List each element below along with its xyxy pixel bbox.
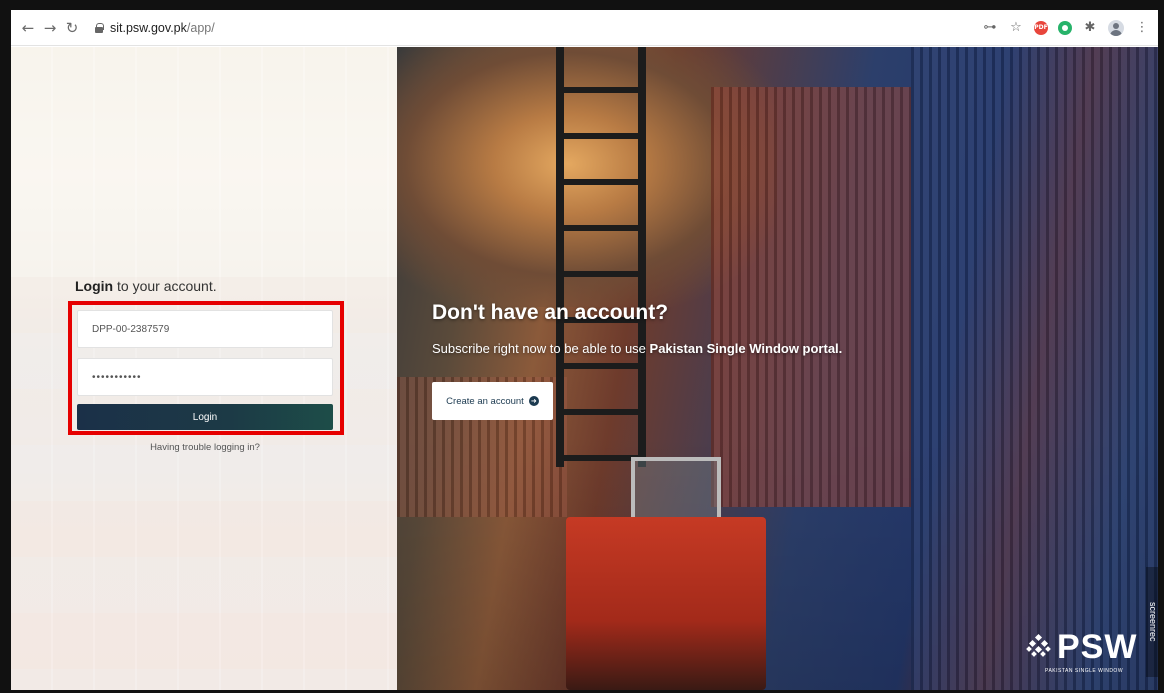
psw-logo: PSW <box>1026 628 1138 666</box>
forklift-body <box>566 517 766 690</box>
forward-arrow-icon[interactable]: → <box>39 19 61 37</box>
key-icon[interactable]: ⊶ <box>982 20 998 36</box>
psw-logo-subtitle: PAKISTAN SINGLE WINDOW <box>1045 668 1124 674</box>
toolbar-actions: ⊶ ☆ PDF ✱ ⋮ <box>982 19 1158 36</box>
login-title: Login to your account. <box>75 278 217 294</box>
pdf-extension-icon[interactable]: PDF <box>1034 20 1048 35</box>
create-account-label: Create an account <box>446 395 524 407</box>
signup-heading: Don't have an account? <box>432 301 669 324</box>
screenshot-frame: ← → ↻ sit.psw.gov.pk/app/ ⊶ ☆ PDF ✱ ⋮ Lo… <box>0 0 1164 693</box>
create-account-button[interactable]: Create an account ➜ <box>432 382 553 420</box>
more-menu-icon[interactable]: ⋮ <box>1134 20 1150 36</box>
screenrec-watermark: screenrec <box>1146 567 1158 677</box>
star-icon[interactable]: ☆ <box>1008 20 1024 36</box>
signup-subtext: Subscribe right now to be able to use Pa… <box>432 341 843 356</box>
url-host: sit.psw.gov.pk <box>110 20 187 35</box>
page-content: Login to your account. DPP-00-2387579 ••… <box>11 47 1158 690</box>
lock-icon[interactable] <box>95 22 104 33</box>
psw-diamond-icon <box>1026 633 1051 659</box>
profile-avatar-icon[interactable] <box>1108 19 1124 36</box>
browser-window: ← → ↻ sit.psw.gov.pk/app/ ⊶ ☆ PDF ✱ ⋮ Lo… <box>11 10 1158 690</box>
highlight-annotation-box <box>68 301 344 435</box>
browser-toolbar: ← → ↻ sit.psw.gov.pk/app/ ⊶ ☆ PDF ✱ ⋮ <box>11 10 1158 46</box>
blue-containers-stack <box>911 47 1158 690</box>
psw-logo-text: PSW <box>1057 628 1138 666</box>
reload-icon[interactable]: ↻ <box>61 19 83 37</box>
grammarly-extension-icon[interactable] <box>1058 20 1072 35</box>
address-bar[interactable]: sit.psw.gov.pk/app/ <box>95 16 215 40</box>
url-path: /app/ <box>186 20 215 35</box>
back-arrow-icon[interactable]: ← <box>17 19 39 37</box>
arrow-right-circle-icon: ➜ <box>528 396 539 406</box>
red-containers-stack <box>711 87 911 507</box>
forklift-mast <box>556 47 646 467</box>
trouble-logging-in-link[interactable]: Having trouble logging in? <box>77 442 333 453</box>
puzzle-extensions-icon[interactable]: ✱ <box>1082 20 1098 36</box>
